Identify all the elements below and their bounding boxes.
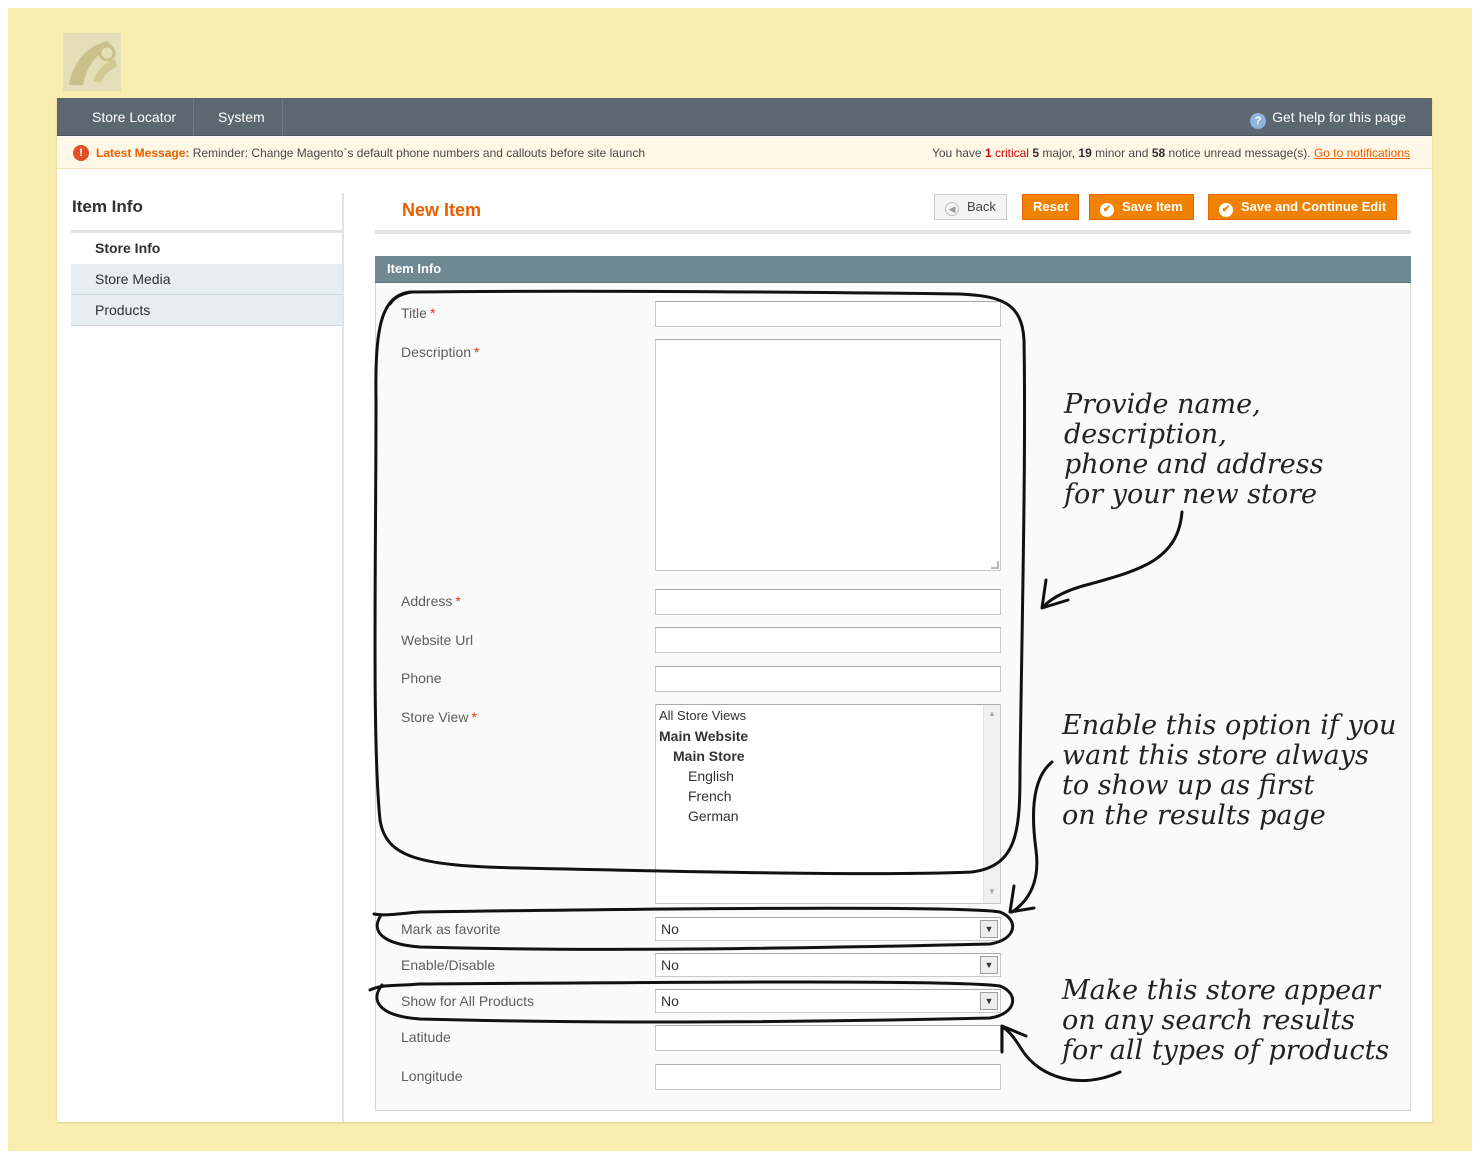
latest-message-text: Reminder: Change Magento`s default phone… xyxy=(192,146,645,160)
phone-label: Phone xyxy=(401,670,442,686)
note-line: Enable this option if you xyxy=(1062,710,1397,741)
store-view-option[interactable]: English xyxy=(688,766,734,786)
note-line: want this store always xyxy=(1062,740,1369,771)
note-line: description, xyxy=(1064,419,1227,450)
back-button-label: Back xyxy=(967,199,996,214)
store-view-multiselect[interactable]: All Store Views Main Website Main Store … xyxy=(655,704,1001,904)
description-label: Description * xyxy=(401,344,480,360)
annotation-note-favorite: Enable this option if you want this stor… xyxy=(1062,711,1396,831)
save-item-button[interactable]: ✔ Save Item xyxy=(1089,194,1194,220)
resize-grip-icon[interactable] xyxy=(991,561,999,569)
scroll-down-icon[interactable]: ▼ xyxy=(987,887,997,896)
save-item-label: Save Item xyxy=(1122,199,1183,214)
logo-icon xyxy=(63,33,121,91)
check-icon: ✔ xyxy=(1100,203,1114,217)
enable-select[interactable]: No ▼ xyxy=(655,953,1001,977)
sidebar-item-store-media[interactable]: Store Media xyxy=(71,264,343,295)
help-icon: ? xyxy=(1250,113,1267,129)
store-view-option: Main Store xyxy=(673,748,745,764)
address-input[interactable] xyxy=(655,589,1001,615)
notice-count: 58 xyxy=(1151,146,1166,160)
nav-item-store-locator[interactable]: Store Locator xyxy=(75,98,195,136)
admin-window: Store Locator System ? Get help for this … xyxy=(57,98,1432,1122)
note-line: Provide name, xyxy=(1064,389,1261,420)
longitude-input[interactable] xyxy=(655,1064,1001,1090)
minor-count: 19 xyxy=(1078,146,1092,160)
store-view-option: Main Website xyxy=(659,728,749,744)
notification-bar: ! Latest Message: Reminder: Change Magen… xyxy=(57,137,1432,169)
back-arrow-icon: ◀ xyxy=(945,202,959,216)
store-view-label: Store View * xyxy=(401,709,477,725)
nav-item-system[interactable]: System xyxy=(201,98,283,136)
chevron-down-icon[interactable]: ▼ xyxy=(980,992,998,1010)
description-textarea[interactable] xyxy=(655,339,1001,571)
note-line: for all types of products xyxy=(1062,1035,1390,1066)
store-view-option[interactable]: French xyxy=(688,786,732,806)
multiselect-scrollbar[interactable]: ▲ ▼ xyxy=(983,705,1000,903)
critical-count: 1 xyxy=(984,146,992,160)
sidebar-item-store-info[interactable]: Store Info xyxy=(71,233,343,264)
store-view-option[interactable]: German xyxy=(688,806,739,826)
messages-summary: You have 1 critical 5 major, 19 minor an… xyxy=(932,137,1410,169)
latest-message-label: Latest Message: xyxy=(96,146,190,160)
page-title: New Item xyxy=(402,200,482,220)
latest-message: Latest Message: Reminder: Change Magento… xyxy=(96,137,645,169)
help-link-label: Get help for this page xyxy=(1272,109,1406,125)
phone-input[interactable] xyxy=(655,666,1001,692)
back-button[interactable]: ◀ Back xyxy=(934,194,1007,220)
note-line: to show up as first xyxy=(1062,770,1315,801)
note-line: on any search results xyxy=(1062,1005,1355,1036)
website-label: Website Url xyxy=(401,632,474,648)
address-label: Address * xyxy=(401,593,461,609)
show-all-select[interactable]: No ▼ xyxy=(655,989,1001,1013)
note-line: for your new store xyxy=(1064,479,1318,510)
note-line: Make this store appear xyxy=(1062,975,1381,1006)
note-line: phone and address xyxy=(1064,449,1324,480)
chevron-down-icon[interactable]: ▼ xyxy=(980,920,998,938)
save-continue-label: Save and Continue Edit xyxy=(1241,199,1387,214)
sidebar-title: Item Info xyxy=(71,193,343,233)
major-count: 5 xyxy=(1032,146,1040,160)
minor-word: minor and xyxy=(1095,146,1149,160)
favorite-label: Mark as favorite xyxy=(401,921,501,937)
action-buttons: ◀ Back Reset ✔ Save Item ✔ Save and Continu… xyxy=(931,194,1411,220)
store-view-option[interactable]: All Store Views xyxy=(659,706,746,726)
reset-button[interactable]: Reset xyxy=(1022,194,1080,220)
sidebar: Item Info Store Info Store Media Product… xyxy=(71,193,343,326)
title-input[interactable] xyxy=(655,301,1001,327)
annotation-note-fields: Provide name, description, phone and add… xyxy=(1064,390,1324,510)
top-navbar: Store Locator System ? Get help for this … xyxy=(57,98,1432,136)
enable-value: No xyxy=(661,957,679,973)
latitude-label: Latitude xyxy=(401,1029,451,1045)
summary-prefix: You have xyxy=(931,146,982,160)
content-header: New Item ◀ Back Reset ✔ Save Item ✔ Save an… xyxy=(375,192,1411,234)
sidebar-item-products[interactable]: Products xyxy=(71,295,343,326)
title-label: Title * xyxy=(401,305,436,321)
website-input[interactable] xyxy=(655,627,1001,653)
show-all-value: No xyxy=(661,993,679,1009)
major-word: major, xyxy=(1042,146,1076,160)
notifications-link[interactable]: Go to notifications xyxy=(1314,146,1410,160)
favorite-value: No xyxy=(661,921,679,937)
scroll-up-icon[interactable]: ▲ xyxy=(987,709,997,718)
enable-label: Enable/Disable xyxy=(401,957,496,973)
annotation-note-show-all: Make this store appear on any search res… xyxy=(1062,976,1389,1066)
latitude-input[interactable] xyxy=(655,1025,1001,1051)
section-header: Item Info xyxy=(375,256,1411,283)
favorite-select[interactable]: No ▼ xyxy=(655,917,1001,941)
critical-word: critical xyxy=(994,146,1029,160)
alert-icon: ! xyxy=(73,145,89,161)
longitude-label: Longitude xyxy=(401,1068,463,1084)
check-icon: ✔ xyxy=(1219,203,1233,217)
show-all-label: Show for All Products xyxy=(401,993,535,1009)
note-line: on the results page xyxy=(1062,800,1326,831)
sidebar-divider xyxy=(342,193,344,1122)
notice-word: notice unread message(s). xyxy=(1168,146,1311,160)
save-continue-button[interactable]: ✔ Save and Continue Edit xyxy=(1208,194,1398,220)
help-link[interactable]: ? Get help for this page xyxy=(1250,98,1406,136)
chevron-down-icon[interactable]: ▼ xyxy=(980,956,998,974)
